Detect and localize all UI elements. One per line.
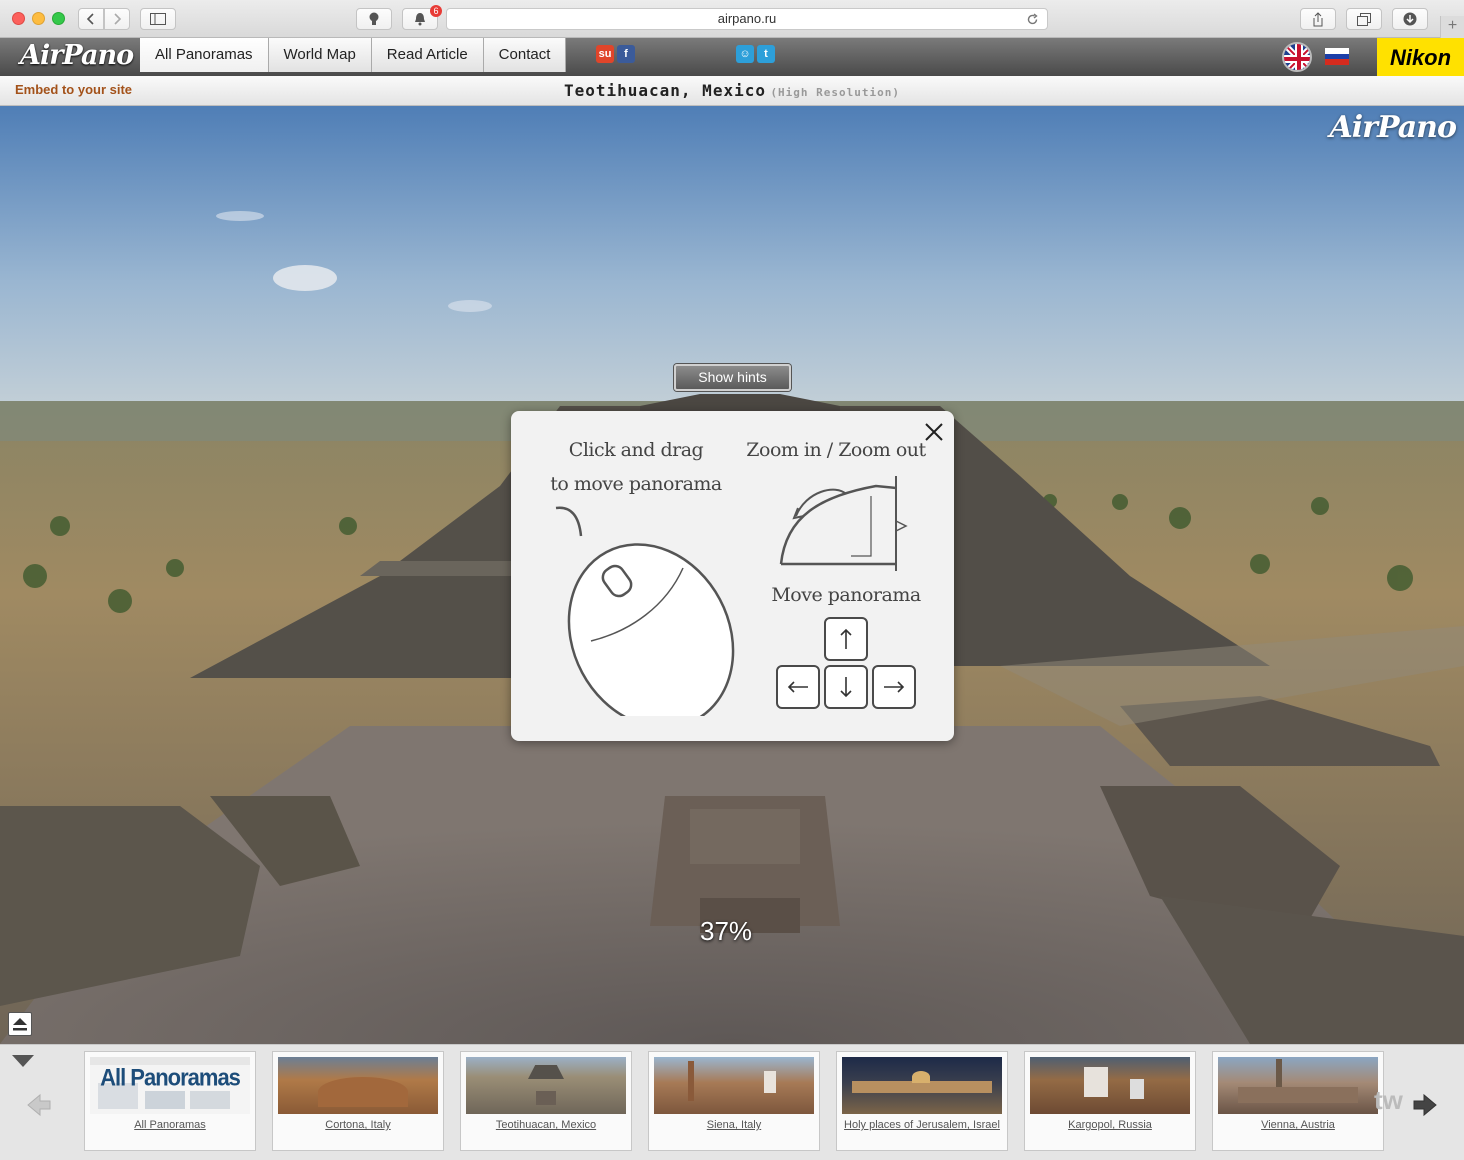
reload-icon[interactable] <box>1026 9 1039 31</box>
arrow-down-key <box>824 665 868 709</box>
arrow-left-icon <box>787 681 808 693</box>
thumbnail-label[interactable]: Siena, Italy <box>649 1119 819 1131</box>
social-group-1: su f <box>596 45 635 64</box>
url-text: airpano.ru <box>717 11 777 26</box>
chevron-right-icon <box>114 13 122 25</box>
thumbnail-label[interactable]: Teotihuacan, Mexico <box>461 1119 631 1131</box>
nav-all-panoramas[interactable]: All Panoramas <box>140 38 269 72</box>
browser-toolbar: 6 airpano.ru + <box>0 0 1464 38</box>
partial-thumbnail-text: tw <box>1374 1085 1403 1115</box>
zoom-hint: Zoom in / Zoom out <box>746 439 926 461</box>
page-title: Teotihuacan, Mexico (High Resolution) <box>0 81 1464 101</box>
download-icon <box>1403 12 1417 26</box>
arrow-left-key <box>776 665 820 709</box>
nav-read-article[interactable]: Read Article <box>371 38 484 72</box>
show-hints-button[interactable]: Show hints <box>674 364 791 391</box>
drag-hint-line1: Click and drag <box>568 439 704 461</box>
share-button[interactable] <box>1300 8 1336 30</box>
notification-badge: 6 <box>430 5 442 17</box>
share-icon <box>1313 11 1323 26</box>
arrow-right-icon[interactable] <box>1412 1093 1438 1117</box>
thumbnail-siena[interactable]: Siena, Italy <box>648 1051 820 1151</box>
facebook-icon[interactable]: f <box>617 45 635 63</box>
thumbnail-label[interactable]: Vienna, Austria <box>1213 1119 1383 1131</box>
thumbnail-label[interactable]: Holy places of Jerusalem, Israel <box>837 1119 1007 1131</box>
airpano-watermark: AirPano <box>1329 110 1457 145</box>
address-bar[interactable]: airpano.ru <box>446 8 1048 30</box>
lightbulb-icon <box>369 12 379 25</box>
twitter-icon[interactable]: t <box>757 45 775 63</box>
minimize-window-button[interactable] <box>32 12 45 25</box>
bell-icon <box>415 13 425 26</box>
thumbnail-jerusalem[interactable]: Holy places of Jerusalem, Israel <box>836 1051 1008 1151</box>
loading-progress: 37% <box>700 916 753 946</box>
triangle-down-icon[interactable] <box>11 1054 35 1068</box>
panorama-title: Teotihuacan, Mexico <box>563 81 766 100</box>
mouse-icon <box>555 506 735 716</box>
hints-dialog: Click and drag to move panorama Zoom in … <box>511 411 954 741</box>
nikon-logo[interactable]: Nikon <box>1377 38 1464 76</box>
forward-button[interactable] <box>104 8 130 30</box>
thumbnail-cortona[interactable]: Cortona, Italy <box>272 1051 444 1151</box>
sidebar-icon <box>150 13 166 25</box>
back-button[interactable] <box>78 8 104 30</box>
arrow-up-icon <box>840 628 852 649</box>
downloads-button[interactable] <box>1392 8 1428 30</box>
share-social-icon[interactable]: ☺ <box>736 45 754 63</box>
thumbnail-label[interactable]: Cortona, Italy <box>273 1119 443 1131</box>
close-window-button[interactable] <box>12 12 25 25</box>
drag-hint-line2: to move panorama <box>550 473 722 495</box>
arrow-right-icon <box>884 681 905 693</box>
panorama-viewer[interactable]: AirPano Show hints Click and drag to mov… <box>0 106 1464 1044</box>
thumbnail-label[interactable]: All Panoramas <box>85 1119 255 1131</box>
resolution-label: (High Resolution) <box>770 86 901 99</box>
arrow-up-key <box>824 617 868 661</box>
stumbleupon-icon[interactable]: su <box>596 45 614 63</box>
russia-flag-icon[interactable] <box>1325 48 1349 65</box>
extension-button[interactable] <box>356 8 392 30</box>
thumbnail-all-panoramas[interactable]: All Panoramas All Panoramas <box>84 1051 256 1151</box>
zoom-window-button[interactable] <box>52 12 65 25</box>
scroll-wheel-icon <box>779 476 908 571</box>
thumbnail-vienna[interactable]: Vienna, Austria <box>1212 1051 1384 1151</box>
move-hint: Move panorama <box>771 584 921 606</box>
main-nav: All Panoramas World Map Read Article Con… <box>140 38 567 72</box>
nav-world-map[interactable]: World Map <box>268 38 372 72</box>
expand-strip-button[interactable] <box>8 1012 32 1036</box>
tabs-icon <box>1357 12 1371 26</box>
arrow-left-icon[interactable] <box>26 1093 52 1117</box>
site-navbar: AirPano All Panoramas World Map Read Art… <box>0 38 1464 76</box>
thumbnail-overlay-text: All Panoramas <box>100 1063 241 1092</box>
new-tab-button[interactable]: + <box>1440 16 1464 38</box>
social-group-2: ☺ t <box>736 45 775 64</box>
thumbnail-kargopol[interactable]: Kargopol, Russia <box>1024 1051 1196 1151</box>
chevron-left-icon <box>86 13 94 25</box>
arrow-right-key <box>872 665 916 709</box>
nav-contact[interactable]: Contact <box>483 38 567 72</box>
arrow-down-icon <box>840 677 852 698</box>
thumbnail-teotihuacan[interactable]: Teotihuacan, Mexico <box>460 1051 632 1151</box>
eject-icon <box>13 1018 27 1031</box>
thumbnail-strip: All Panoramas All Panoramas Cortona, Ita… <box>0 1044 1464 1160</box>
tabs-overview-button[interactable] <box>1346 8 1382 30</box>
sidebar-toggle-button[interactable] <box>140 8 176 30</box>
panorama-title-bar: Embed to your site Teotihuacan, Mexico (… <box>0 76 1464 106</box>
uk-flag-icon[interactable] <box>1282 42 1312 72</box>
notifications-button[interactable]: 6 <box>402 5 442 30</box>
airpano-logo[interactable]: AirPano <box>20 40 134 71</box>
thumbnail-label[interactable]: Kargopol, Russia <box>1025 1119 1195 1131</box>
